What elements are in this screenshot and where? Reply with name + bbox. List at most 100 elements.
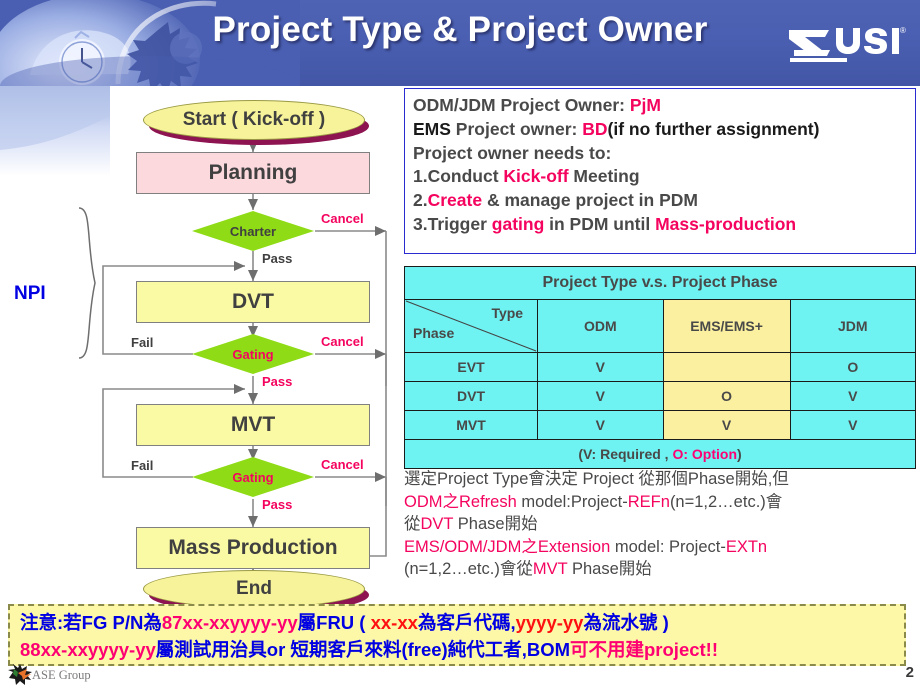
usi-logo-icon: ® bbox=[786, 22, 906, 66]
warn-l1-s4: xx-xx bbox=[370, 612, 418, 633]
infobox-l2-s4: (if no further assignment) bbox=[607, 118, 820, 139]
edge-label-fail-2: Fail bbox=[131, 458, 154, 473]
project-type-phase-table: Project Type v.s. Project Phase Type Pha… bbox=[403, 266, 917, 469]
flow-node-dvt[interactable]: DVT bbox=[136, 281, 370, 323]
flow-node-dvt-label: DVT bbox=[232, 290, 274, 313]
flow-node-mass-production[interactable]: Mass Production bbox=[136, 527, 370, 569]
flow-node-mvt[interactable]: MVT bbox=[136, 404, 370, 446]
note-l2-s1: ODM之Refresh bbox=[404, 492, 517, 511]
legend-part-1: (V: Required , bbox=[578, 446, 673, 462]
note-l4-s3: EXTn bbox=[725, 537, 768, 556]
infobox-line-1: ODM/JDM Project Owner: PjM bbox=[413, 94, 909, 118]
warn-l2-s2: 屬測試用治具or 短期客戶來料(free)純代工者,BOM bbox=[155, 639, 570, 660]
note-l2-s3: REFn bbox=[627, 492, 670, 511]
infobox-l1-s2: PjM bbox=[629, 95, 661, 115]
edge-label-cancel-2: Cancel bbox=[321, 334, 364, 349]
table-cell-mvt-odm: V bbox=[537, 410, 664, 440]
warn-l1-s6: yyyy-yy bbox=[515, 612, 584, 633]
edge-label-cancel-1: Cancel bbox=[321, 211, 364, 226]
infobox-l6-s1: 3.Trigger bbox=[413, 213, 492, 234]
edge-label-pass-3: Pass bbox=[262, 497, 293, 512]
table-title: Project Type v.s. Project Phase bbox=[404, 266, 916, 300]
table-row: DVT V O V bbox=[403, 381, 917, 411]
slide-root: Project Type & Project Owner ® Start (K… bbox=[0, 0, 920, 690]
note-line-3: 從DVT Phase開始 bbox=[404, 513, 920, 536]
note-l5-s2: MVT bbox=[532, 560, 568, 578]
table-col-jdm: JDM bbox=[789, 299, 917, 353]
infobox-l4-s1: 1.Conduct bbox=[413, 166, 504, 187]
note-line-5: (n=1,2…etc.)會從MVT Phase開始 bbox=[404, 558, 920, 581]
legend-part-2: O: Option bbox=[672, 446, 737, 462]
table-col-ems: EMS/EMS+ bbox=[662, 299, 791, 353]
infobox-l5-s2: Create bbox=[427, 190, 483, 211]
warn-l1-s1: 注意:若FG P/N為 bbox=[20, 612, 162, 633]
infobox-l5-s1: 2. bbox=[413, 190, 428, 211]
note-l3-s2: DVT bbox=[420, 515, 454, 533]
infobox-line-6: 3.Trigger gating in PDM until Mass-produ… bbox=[413, 213, 909, 237]
note-l4-s1: EMS/ODM/JDM之Extension bbox=[404, 537, 611, 556]
flow-node-mass-production-label: Mass Production bbox=[168, 536, 338, 559]
infobox-line-5: 2.Create & manage project in PDM bbox=[413, 189, 909, 213]
infobox-l6-s4: Mass-production bbox=[655, 213, 797, 234]
table-cell-mvt-ems: V bbox=[662, 410, 791, 440]
project-type-note: 選定Project Type會決定 Project 從那個Phase開始,但 O… bbox=[404, 468, 920, 581]
table-row: EVT V O bbox=[403, 352, 917, 382]
flow-node-planning[interactable]: Planning bbox=[136, 152, 370, 194]
warning-box: 注意:若FG P/N為87xx-xxyyyy-yy屬FRU ( xx-xx為客戶… bbox=[8, 604, 906, 666]
infobox-l1-s1: ODM/JDM Project Owner: bbox=[413, 95, 630, 115]
infobox-l5-s3: & manage project in PDM bbox=[482, 190, 698, 211]
page-number: 2 bbox=[905, 664, 914, 681]
flow-node-start[interactable]: Start ( Kick-off ) bbox=[143, 100, 365, 140]
legend-part-3: ) bbox=[737, 446, 742, 462]
table-cell-evt-ems bbox=[662, 352, 791, 382]
project-owner-infobox: ODM/JDM Project Owner: PjM EMS Project o… bbox=[404, 88, 916, 254]
table-corner-type-label: Type bbox=[491, 305, 524, 321]
table-corner-cell: Type Phase bbox=[403, 299, 539, 353]
infobox-l2-s2: Project owner: bbox=[450, 118, 583, 139]
flow-node-charter-label: Charter bbox=[229, 223, 277, 239]
svg-text:®: ® bbox=[900, 26, 906, 35]
note-l5-s1: (n=1,2…etc.)會從 bbox=[404, 560, 533, 578]
edge-label-fail-1: Fail bbox=[131, 335, 154, 350]
note-l4-s2: model: Project- bbox=[610, 537, 726, 556]
page-title: Project Type & Project Owner bbox=[212, 10, 708, 49]
slide-header: Project Type & Project Owner ® bbox=[0, 0, 920, 86]
note-l3-s1: 從 bbox=[404, 515, 421, 533]
warning-line-2: 88xx-xxyyyy-yy屬測試用治具or 短期客戶來料(free)純代工者,… bbox=[20, 636, 904, 663]
table-corner-phase-label: Phase bbox=[413, 325, 455, 341]
flow-node-planning-label: Planning bbox=[208, 161, 298, 184]
table-row-mvt-phase: MVT bbox=[403, 410, 539, 440]
note-line-4: EMS/ODM/JDM之Extension model: Project-EXT… bbox=[404, 536, 920, 559]
edge-label-pass-2: Pass bbox=[262, 374, 293, 389]
table-cell-evt-odm: V bbox=[537, 352, 664, 382]
table-row-dvt-phase: DVT bbox=[403, 381, 539, 411]
infobox-l4-s2: Kick-off bbox=[503, 166, 569, 187]
table-title-row: Project Type v.s. Project Phase bbox=[404, 266, 916, 300]
table-cell-evt-jdm: O bbox=[789, 352, 917, 382]
table-cell-dvt-odm: V bbox=[537, 381, 664, 411]
infobox-line-4: 1.Conduct Kick-off Meeting bbox=[413, 165, 909, 189]
edge-label-cancel-3: Cancel bbox=[321, 457, 364, 472]
table-cell-dvt-jdm: V bbox=[789, 381, 917, 411]
warn-l1-s2: 87xx-xxyyyy-yy bbox=[161, 612, 298, 633]
infobox-l3-s1: Project owner needs to: bbox=[413, 142, 612, 163]
table-row-evt-phase: EVT bbox=[403, 352, 539, 382]
table-row: MVT V V V bbox=[403, 410, 917, 440]
table-header-row: Type Phase ODM EMS/EMS+ JDM bbox=[403, 299, 917, 353]
edge-label-pass-1: Pass bbox=[262, 251, 293, 266]
note-l2-s4: (n=1,2…etc.)會 bbox=[669, 492, 783, 511]
infobox-l4-s3: Meeting bbox=[568, 166, 640, 187]
infobox-l2-s3: BD bbox=[582, 118, 608, 139]
note-l1-s1: 選定Project Type會決定 Project 從那個Phase開始,但 bbox=[404, 470, 789, 488]
footer-brand: ASE Group bbox=[32, 668, 91, 682]
warning-line-1: 注意:若FG P/N為87xx-xxyyyy-yy屬FRU ( xx-xx為客戶… bbox=[20, 609, 904, 636]
infobox-l6-s2: gating bbox=[491, 213, 545, 234]
infobox-line-2: EMS Project owner: BD(if no further assi… bbox=[413, 118, 909, 142]
flow-node-end[interactable]: End bbox=[143, 570, 365, 608]
table-cell-mvt-jdm: V bbox=[789, 410, 917, 440]
warn-l2-s3: 可不用建project!! bbox=[570, 639, 719, 660]
note-line-2: ODM之Refresh model:Project-REFn(n=1,2…etc… bbox=[404, 491, 920, 514]
note-line-1: 選定Project Type會決定 Project 從那個Phase開始,但 bbox=[404, 468, 920, 491]
note-l3-s3: Phase開始 bbox=[453, 515, 538, 533]
infobox-l2-s1: EMS bbox=[413, 118, 451, 139]
